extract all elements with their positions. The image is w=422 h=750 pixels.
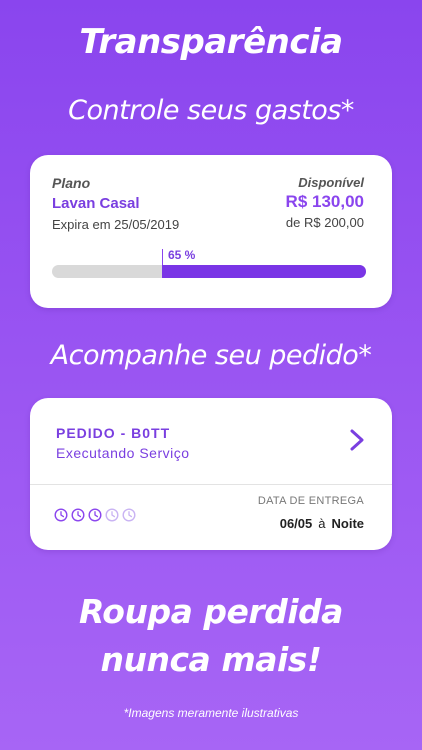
tagline-line1: Roupa perdida bbox=[79, 592, 343, 631]
chevron-right-icon[interactable] bbox=[348, 428, 366, 452]
delivery-value: 06/05 à Noite bbox=[280, 516, 364, 531]
delivery-label: DATA DE ENTREGA bbox=[257, 495, 364, 507]
disclaimer: *Imagens meramente ilustrativas bbox=[123, 706, 299, 720]
clock-icon bbox=[105, 508, 119, 522]
clock-icon bbox=[71, 508, 85, 522]
delivery-date: 06/05 bbox=[279, 516, 313, 531]
order-heading: Acompanhe seu pedido* bbox=[50, 340, 372, 371]
divider bbox=[30, 484, 392, 485]
usage-progress-bar: 65 % bbox=[52, 248, 366, 278]
clock-icon bbox=[54, 508, 68, 522]
available-total: de R$ 200,00 bbox=[285, 215, 364, 230]
clock-icon bbox=[88, 508, 102, 522]
order-card[interactable]: PEDIDO - B0TT Executando Serviço DATA DE… bbox=[30, 398, 392, 550]
spending-heading: Controle seus gastos* bbox=[68, 95, 354, 126]
plan-label: Plano bbox=[52, 175, 91, 191]
title-heading: Transparência bbox=[79, 22, 343, 62]
progress-percent-label: 65 % bbox=[168, 248, 196, 262]
clock-icon bbox=[122, 508, 136, 522]
order-progress-clocks bbox=[54, 508, 136, 522]
plan-card: Plano Lavan Casal Expira em 25/05/2019 D… bbox=[30, 155, 392, 308]
tagline-line2: nunca mais! bbox=[100, 640, 322, 679]
plan-name: Lavan Casal bbox=[52, 195, 140, 212]
progress-fill bbox=[162, 265, 366, 278]
order-status: Executando Serviço bbox=[56, 445, 190, 461]
available-label: Disponível bbox=[298, 175, 364, 190]
progress-marker bbox=[162, 249, 163, 265]
delivery-separator: à bbox=[318, 516, 326, 531]
delivery-period: Noite bbox=[331, 516, 365, 531]
order-title: PEDIDO - B0TT bbox=[56, 425, 171, 441]
plan-expiry: Expira em 25/05/2019 bbox=[52, 217, 180, 232]
available-amount: R$ 130,00 bbox=[285, 192, 364, 211]
